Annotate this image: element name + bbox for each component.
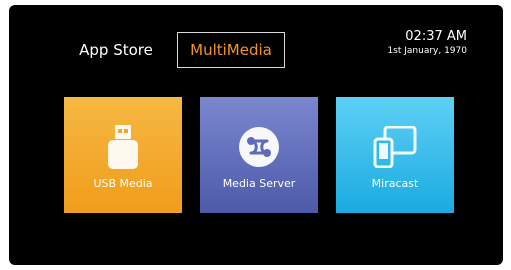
tv-screen: App Store MultiMedia 02:37 AM 1st Januar… [9,5,503,265]
media-server-icon [236,125,282,169]
tab-app-store[interactable]: App Store [64,32,168,68]
media-server-label: Media Server [222,177,296,190]
clock-time: 02:37 AM [405,29,467,44]
miracast-devices-icon [372,125,418,169]
media-server-tile[interactable]: Media Server [200,97,318,213]
tab-multimedia[interactable]: MultiMedia [177,32,285,68]
miracast-tile[interactable]: Miracast [336,97,454,213]
miracast-label: Miracast [371,177,419,190]
usb-media-label: USB Media [93,177,153,190]
clock: 02:37 AM 1st January, 1970 [387,29,467,58]
clock-date: 1st January, 1970 [387,46,467,56]
usb-drive-icon [100,125,146,169]
usb-media-tile[interactable]: USB Media [64,97,182,213]
